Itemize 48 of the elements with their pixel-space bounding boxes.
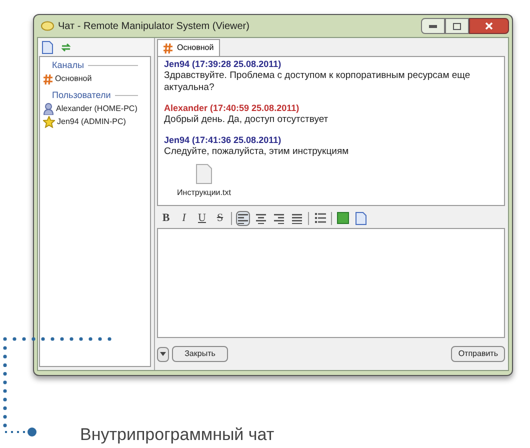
align-center-icon bbox=[256, 212, 266, 224]
list-icon bbox=[314, 212, 326, 224]
dropdown-button[interactable] bbox=[157, 346, 169, 362]
message-input-field[interactable] bbox=[157, 228, 505, 338]
user-icon bbox=[43, 102, 54, 114]
refresh-icon[interactable] bbox=[61, 42, 71, 52]
align-left-icon bbox=[238, 212, 248, 224]
document-icon[interactable] bbox=[42, 40, 53, 54]
align-right-icon bbox=[274, 212, 284, 224]
caption: Внутрипрограммный чат bbox=[80, 425, 274, 444]
maximize-button[interactable] bbox=[445, 18, 469, 34]
underline-button[interactable]: U bbox=[195, 210, 209, 226]
bold-button[interactable]: B bbox=[159, 210, 173, 226]
sidebar-item[interactable]: Alexander (HOME-PC) bbox=[56, 102, 138, 114]
image-icon bbox=[337, 212, 349, 224]
file-button[interactable] bbox=[354, 210, 368, 226]
hash-icon bbox=[43, 74, 53, 84]
message-text: Следуйте, пожалуйста, этим инструкциям bbox=[164, 146, 350, 158]
italic-button[interactable]: I bbox=[177, 210, 191, 226]
attachment-name[interactable]: Инструкции.txt bbox=[177, 187, 231, 199]
window-title: Чат - Remote Manipulator System (Viewer) bbox=[58, 20, 250, 34]
image-button[interactable] bbox=[336, 210, 350, 226]
close-button[interactable] bbox=[469, 18, 509, 34]
close-icon bbox=[485, 22, 493, 30]
send-button[interactable]: Отправить bbox=[451, 346, 505, 362]
align-left-button[interactable] bbox=[236, 210, 250, 226]
section-heading: Каналы bbox=[52, 59, 84, 72]
chat-bubble-icon bbox=[41, 20, 54, 32]
justify-icon bbox=[292, 212, 302, 224]
minimize-icon bbox=[429, 24, 437, 28]
maximize-icon bbox=[453, 22, 461, 30]
document-icon bbox=[355, 212, 367, 224]
close-chat-button[interactable]: Закрыть bbox=[172, 346, 228, 362]
message-text: Добрый день. Да, доступ отсутствует bbox=[164, 114, 330, 126]
minimize-button[interactable] bbox=[421, 18, 445, 34]
message-author: Alexander (17:40:59 25.08.2011) bbox=[164, 102, 300, 114]
message-author: Jen94 (17:39:28 25.08.2011) bbox=[164, 58, 282, 70]
message-author: Jen94 (17:41:36 25.08.2011) bbox=[164, 134, 282, 146]
tab[interactable]: Основной bbox=[157, 39, 220, 56]
star-icon bbox=[43, 116, 55, 128]
message-text: Здравствуйте. Проблема с доступом к корпоративным ресурсам еще актуальна? bbox=[164, 70, 472, 94]
list-button[interactable] bbox=[313, 210, 327, 226]
section-heading: Пользователи bbox=[52, 88, 111, 102]
sidebar-item[interactable]: Основной bbox=[55, 73, 92, 85]
strike-button[interactable]: S bbox=[213, 210, 227, 226]
sidebar-item[interactable]: Jen94 (ADMIN-PC) bbox=[57, 116, 126, 128]
caret-icon bbox=[160, 352, 166, 356]
hash-icon bbox=[163, 42, 173, 54]
